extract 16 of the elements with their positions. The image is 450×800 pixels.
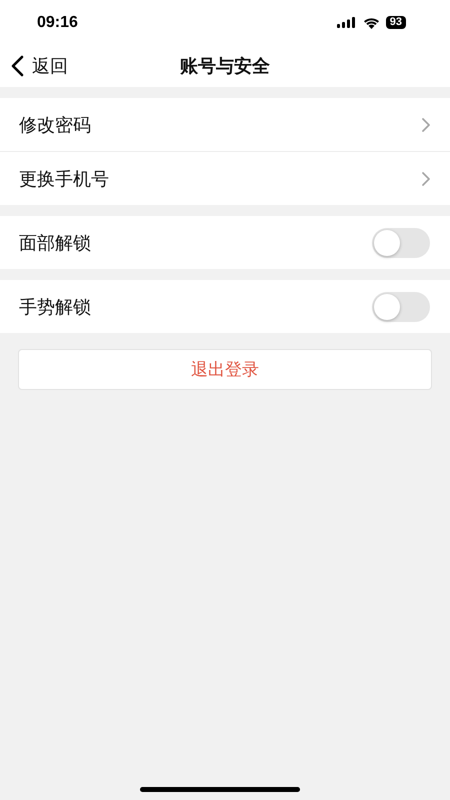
status-time: 09:16 (37, 14, 78, 32)
back-icon[interactable] (10, 55, 24, 77)
signal-icon (336, 17, 357, 28)
setting-label: 更换手机号 (19, 168, 109, 190)
setting-label: 面部解锁 (19, 232, 91, 254)
chevron-right-icon[interactable] (421, 170, 431, 186)
setting-label: 修改密码 (19, 114, 91, 136)
toggle-switch[interactable] (372, 292, 430, 322)
wifi-icon (362, 16, 380, 28)
setting-label: 手势解锁 (19, 296, 91, 318)
back-button[interactable]: 返回 (0, 54, 68, 78)
page-title: 账号与安全 (180, 55, 270, 78)
chevron-right-icon[interactable] (421, 116, 431, 132)
battery-level: 93 (386, 16, 406, 29)
logout-button[interactable]: 退出登录 (18, 349, 432, 390)
toggle-switch[interactable] (372, 228, 430, 258)
